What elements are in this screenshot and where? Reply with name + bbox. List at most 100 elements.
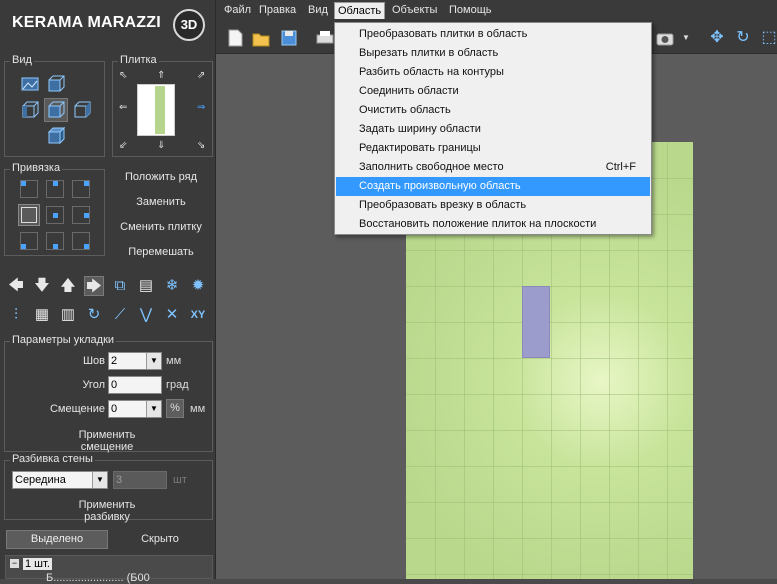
menu-item-label: Преобразовать плитки в область [359,28,528,40]
wall-split-title: Разбивка стены [10,453,95,465]
arrow-s-icon[interactable]: ⇓ [157,140,167,151]
tree-child[interactable]: Б....................... (Б00 [46,572,150,584]
replace-button[interactable]: Заменить [111,196,211,208]
split-mode-select[interactable]: Середина ▼ [12,471,108,489]
menu-item-create-custom-area[interactable]: Создать произвольную область [336,177,650,196]
view-cube-top-icon[interactable] [46,74,66,94]
view-2d-icon[interactable] [20,74,40,94]
split-count-input[interactable]: 3 [113,471,167,489]
arrow-left-icon[interactable]: 🡄 [6,276,26,296]
snowflake-icon[interactable]: ❄ [162,276,182,296]
view-cube-3d-icon[interactable] [46,126,66,146]
view-cube-right-icon[interactable] [72,100,92,120]
menu-item-join-areas[interactable]: Соединить области [336,82,650,101]
open-folder-icon[interactable] [250,27,272,49]
view-group-title: Вид [10,54,34,66]
menu-objects[interactable]: Объекты [392,4,437,16]
arrow-e-icon[interactable]: ⇒ [197,102,207,113]
snap-top-center[interactable] [46,180,64,198]
arrow-w-icon[interactable]: ⇐ [119,102,129,113]
arrow-up-icon[interactable]: 🡅 [58,276,78,296]
print-icon[interactable] [314,27,336,49]
apply-offset-button[interactable]: Применить смещение [57,429,157,453]
menu-view[interactable]: Вид [308,4,328,16]
gear-tile-icon[interactable]: ✹ [188,276,208,296]
view-cube-left-icon[interactable] [20,100,40,120]
tab-hidden[interactable]: Скрыто [110,530,210,549]
offset-select[interactable]: 0 ▼ [108,400,162,418]
camera-icon[interactable] [654,27,676,49]
apply-split-button[interactable]: Применить разбивку [55,499,159,523]
camera-menu-chevron-icon[interactable]: ▼ [682,33,690,42]
menu-item-split-contours[interactable]: Разбить область на контуры [336,63,650,82]
arrow-right-icon[interactable]: 🡆 [84,276,104,296]
shuffle-button[interactable]: Перемешать [111,246,211,258]
diagonal-icon[interactable]: ⟋ [110,305,130,325]
offset-unit: мм [190,403,206,415]
arrow-sw-icon[interactable]: ⇙ [119,140,129,151]
menu-item-label: Задать ширину области [359,123,481,135]
menu-edit[interactable]: Правка [259,4,296,16]
offset-value: 0 [111,403,118,415]
view-group: Вид [4,54,105,157]
crop-icon[interactable]: ⬚ [758,27,777,49]
percent-toggle[interactable]: % [166,399,184,418]
new-file-icon[interactable] [224,27,246,49]
menu-help[interactable]: Помощь [449,4,492,16]
tab-selected[interactable]: Выделено [6,530,108,549]
menu-item-convert-tiles[interactable]: Преобразовать плитки в область [336,25,650,44]
menu-item-clear-area[interactable]: Очистить область [336,101,650,120]
snap-middle-right[interactable] [72,206,90,224]
arrow-se-icon[interactable]: ⇘ [197,140,207,151]
menu-item-restore-positions[interactable]: Восстановить положение плиток на плоскос… [336,215,650,234]
tree-node[interactable]: 1 шт. [23,558,52,570]
menu-item-label: Вырезать плитки в область [359,47,499,59]
menu-item-cut-tiles[interactable]: Вырезать плитки в область [336,44,650,63]
snap-group-title: Привязка [10,162,63,174]
view-cube-front-icon[interactable] [44,98,68,122]
corner-icon[interactable]: ⋁ [136,305,156,325]
snap-bottom-right[interactable] [72,232,90,250]
snap-middle-left[interactable] [18,204,40,226]
move-icon[interactable]: ✥ [706,27,728,49]
snap-top-right[interactable] [72,180,90,198]
seam-label: Шов [82,355,105,367]
selected-tile[interactable] [522,286,550,358]
menu-item-fill-free[interactable]: Заполнить свободное место Ctrl+F [336,158,650,177]
menu-item-edit-borders[interactable]: Редактировать границы [336,139,650,158]
menu-item-set-width[interactable]: Задать ширину области [336,120,650,139]
rotate-tile-icon[interactable]: ↻ [84,305,104,325]
menu-item-convert-inset[interactable]: Преобразовать врезку в область [336,196,650,215]
menu-item-label: Редактировать границы [359,142,481,154]
snap-center[interactable] [46,206,64,224]
lay-row-button[interactable]: Положить ряд [111,171,211,183]
menu-file[interactable]: Файл [224,4,251,16]
change-tile-button[interactable]: Сменить плитку [111,221,211,233]
seam-select[interactable]: 2 ▼ [108,352,162,370]
angle-input[interactable]: 0 [108,376,162,394]
arrow-ne-icon[interactable]: ⇗ [197,70,207,81]
seam-value: 2 [111,355,118,367]
grid-layout-icon[interactable]: ▤ [136,276,156,296]
table-icon[interactable]: ▦ [32,305,52,325]
swap-tiles-icon[interactable]: ⧉ [110,276,130,296]
save-icon[interactable] [278,27,300,49]
align-rows-icon[interactable]: ⫶ [6,305,26,325]
menu-area[interactable]: Область [334,2,386,19]
cross-icon[interactable]: ✕ [162,305,182,325]
rotate-icon[interactable]: ↻ [732,27,754,49]
snap-bottom-left[interactable] [20,232,38,250]
arrow-n-icon[interactable]: ⇑ [157,70,167,81]
xy-icon[interactable]: XY [188,305,208,325]
menu-item-label: Создать произвольную область [359,180,521,192]
left-panel: KERAMA MARAZZI 3D Вид Плитка ⇖ ⇑ ⇗ ⇐ ⇒ ⇙… [0,0,216,584]
snap-top-left[interactable] [20,180,38,198]
chevron-down-icon: ▼ [146,401,161,417]
logo-text: KERAMA MARAZZI [12,14,161,31]
panel-icon[interactable]: ▥ [58,305,78,325]
arrow-down-icon[interactable]: 🡇 [32,276,52,296]
chevron-down-icon: ▼ [146,353,161,369]
arrow-nw-icon[interactable]: ⇖ [119,70,129,81]
snap-bottom-center[interactable] [46,232,64,250]
collapse-icon[interactable]: − [10,559,19,568]
